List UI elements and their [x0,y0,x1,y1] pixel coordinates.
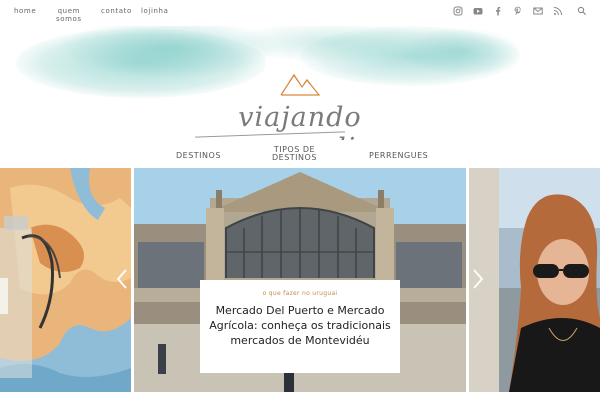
caption-title[interactable]: Mercado Del Puerto e Mercado Agrícola: c… [200,303,400,348]
featured-slider: o que fazer no uruguai Mercado Del Puert… [0,168,600,392]
email-icon[interactable] [532,5,544,17]
pinterest-icon[interactable] [512,5,524,17]
instagram-icon[interactable] [452,5,464,17]
caption-category[interactable]: o que fazer no uruguai [200,290,400,297]
nav-destinos-link[interactable]: DESTINOS [176,152,221,160]
site-header: viajando aprendi [0,26,600,140]
facebook-icon[interactable] [492,5,504,17]
slide-caption-card[interactable]: o que fazer no uruguai Mercado Del Puert… [200,280,400,373]
nav-tipos-line2: DESTINOS [272,153,317,162]
slide-map-image[interactable] [0,168,131,392]
site-title[interactable]: viajando aprendi [180,102,420,140]
nav-quem-somos-line1: quem [57,7,81,15]
mountain-logo-icon [280,70,321,96]
main-nav: DESTINOS TIPOS DE DESTINOS PERRENGUES [0,142,600,166]
nav-home-link[interactable]: home [14,7,36,15]
rss-icon[interactable] [552,5,564,17]
nav-perrengues-link[interactable]: PERRENGUES [369,152,428,160]
slider-prev-arrow[interactable] [116,268,128,290]
nav-tipos-de-destinos-link[interactable]: TIPOS DE DESTINOS [272,146,317,162]
nav-quem-somos-link[interactable]: quem somos [56,7,82,23]
search-icon[interactable] [576,5,588,17]
nav-lojinha-link[interactable]: lojinha [141,7,168,15]
nav-contato-link[interactable]: contato [101,7,132,15]
slide-portrait-image[interactable] [469,168,600,392]
nav-quem-somos-line2: somos [56,15,82,23]
top-bar: home quem somos contato lojinha [0,0,600,26]
slider-next-arrow[interactable] [472,268,484,290]
youtube-icon[interactable] [472,5,484,17]
